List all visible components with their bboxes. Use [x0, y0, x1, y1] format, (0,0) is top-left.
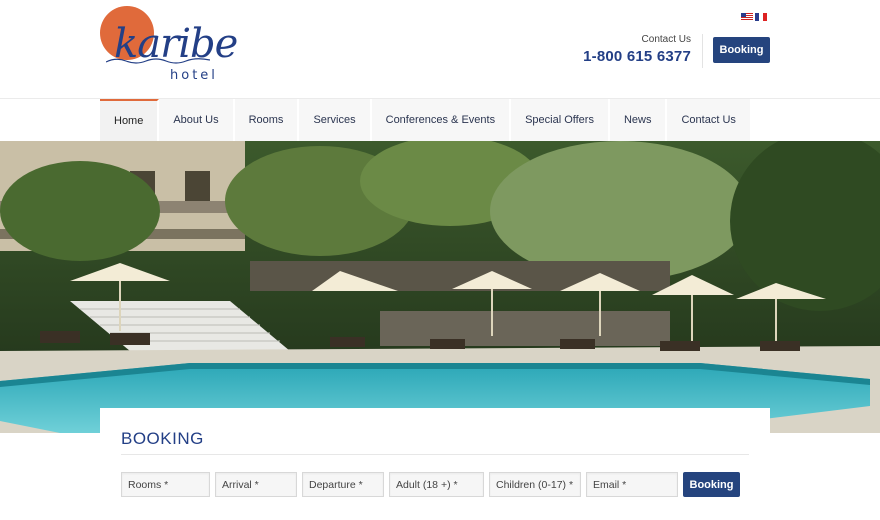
nav-item-services[interactable]: Services	[299, 99, 372, 141]
karibe-logo[interactable]: karibe hotel	[100, 6, 238, 88]
header-divider	[702, 34, 703, 68]
logo-wave-icon	[106, 58, 210, 64]
contact-us-link[interactable]: Contact Us	[642, 34, 691, 45]
nav-item-rooms[interactable]: Rooms	[234, 99, 300, 141]
booking-panel: BOOKING Rooms * Arrival * Departure * Ad…	[100, 408, 770, 520]
header-booking-button[interactable]: Booking	[713, 37, 770, 63]
booking-submit-button[interactable]: Booking	[683, 472, 740, 497]
nav-item-home[interactable]: Home	[100, 99, 160, 141]
departure-field[interactable]: Departure *	[302, 472, 384, 497]
language-switcher	[741, 13, 767, 21]
booking-title: BOOKING	[121, 429, 204, 448]
nav-item-about-us[interactable]: About Us	[159, 99, 235, 141]
hero-pool-image	[0, 141, 880, 433]
us-flag-icon[interactable]	[741, 13, 753, 21]
children-field[interactable]: Children (0-17) *	[489, 472, 581, 497]
rooms-field[interactable]: Rooms *	[121, 472, 210, 497]
nav-item-conferences-events[interactable]: Conferences & Events	[371, 99, 512, 141]
hero-illustration	[0, 141, 880, 433]
nav-item-news[interactable]: News	[609, 99, 668, 141]
site-header: karibe hotel Contact Us 1-800 615 6377 B…	[0, 0, 880, 98]
logo-subtitle: hotel	[170, 68, 218, 83]
nav-item-contact-us[interactable]: Contact Us	[667, 99, 752, 141]
main-nav: Home About Us Rooms Services Conferences…	[0, 98, 880, 141]
fr-flag-icon[interactable]	[755, 13, 767, 21]
nav-item-special-offers[interactable]: Special Offers	[511, 99, 610, 141]
arrival-field[interactable]: Arrival *	[215, 472, 297, 497]
adult-field[interactable]: Adult (18 +) *	[389, 472, 484, 497]
email-field[interactable]: Email *	[586, 472, 678, 497]
phone-number[interactable]: 1-800 615 6377	[583, 48, 691, 65]
booking-divider	[121, 454, 749, 455]
